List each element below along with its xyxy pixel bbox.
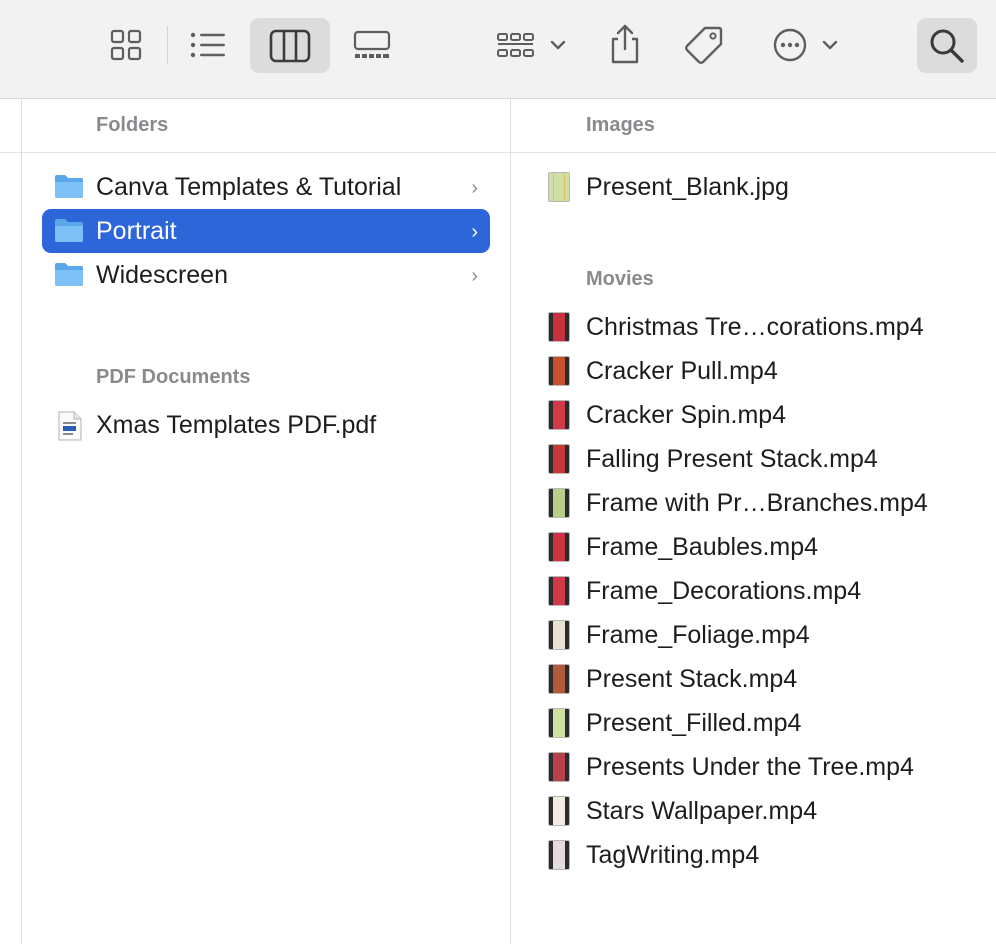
folders-header: Folders xyxy=(96,114,169,136)
movie-file-item[interactable]: Falling Present Stack.mp4 xyxy=(548,437,988,481)
movies-header: Movies xyxy=(586,268,654,290)
header-divider xyxy=(511,152,996,153)
movie-thumbnail-icon xyxy=(548,708,570,738)
movie-thumbnail-icon xyxy=(548,488,570,518)
file-label: Frame_Baubles.mp4 xyxy=(586,532,819,561)
movie-file-item[interactable]: Christmas Tre…corations.mp4 xyxy=(548,305,988,349)
share-icon xyxy=(611,24,639,64)
more-icon xyxy=(773,28,838,62)
file-label: TagWriting.mp4 xyxy=(586,840,760,869)
folder-label: Portrait xyxy=(96,216,177,245)
file-item-present-blank[interactable]: Present_Blank.jpg xyxy=(548,165,988,209)
gallery-view-button[interactable] xyxy=(346,22,398,68)
movie-thumbnail-icon xyxy=(548,312,570,342)
file-label: Presents Under the Tree.mp4 xyxy=(586,752,914,781)
finder-toolbar xyxy=(0,0,996,99)
chevron-down-icon xyxy=(550,40,566,50)
folder-icon xyxy=(55,175,83,198)
folder-item-widescreen[interactable]: Widescreen › xyxy=(42,253,490,297)
column-view-button[interactable] xyxy=(250,18,330,73)
movie-file-item[interactable]: Cracker Pull.mp4 xyxy=(548,349,988,393)
column-view-icon xyxy=(269,29,311,62)
column-divider[interactable] xyxy=(21,98,22,944)
movie-file-item[interactable]: Stars Wallpaper.mp4 xyxy=(548,789,988,833)
folder-icon xyxy=(55,263,83,286)
chevron-down-icon xyxy=(822,40,838,50)
list-view-icon xyxy=(190,32,225,58)
file-label: Present Stack.mp4 xyxy=(586,664,798,693)
file-label: Cracker Spin.mp4 xyxy=(586,400,787,429)
file-label: Frame_Foliage.mp4 xyxy=(586,620,810,649)
movie-file-item[interactable]: Cracker Spin.mp4 xyxy=(548,393,988,437)
chevron-right-icon: › xyxy=(471,265,478,287)
folder-icon xyxy=(55,219,83,242)
folder-item-canva-templates[interactable]: Canva Templates & Tutorial › xyxy=(42,165,490,209)
more-actions-button[interactable] xyxy=(764,22,844,68)
group-icon xyxy=(497,33,566,57)
movie-thumbnail-icon xyxy=(548,576,570,606)
movie-thumbnail-icon xyxy=(548,444,570,474)
chevron-right-icon: › xyxy=(471,221,478,243)
chevron-right-icon: › xyxy=(471,177,478,199)
file-label: Frame_Decorations.mp4 xyxy=(586,576,862,605)
file-label: Present_Filled.mp4 xyxy=(586,708,802,737)
file-label: Stars Wallpaper.mp4 xyxy=(586,796,818,825)
movie-thumbnail-icon xyxy=(548,532,570,562)
group-button[interactable] xyxy=(490,22,570,68)
pdf-documents-header: PDF Documents xyxy=(96,366,251,388)
movie-thumbnail-icon xyxy=(548,620,570,650)
folder-item-portrait[interactable]: Portrait › xyxy=(42,209,490,253)
movie-file-item[interactable]: Frame_Baubles.mp4 xyxy=(548,525,988,569)
movie-file-item[interactable]: Frame with Pr…Branches.mp4 xyxy=(548,481,988,525)
list-view-button[interactable] xyxy=(182,22,234,68)
movie-thumbnail-icon xyxy=(548,796,570,826)
images-header: Images xyxy=(586,114,655,136)
file-item-xmas-templates-pdf[interactable]: Xmas Templates PDF.pdf xyxy=(42,403,490,447)
movie-file-item[interactable]: Frame_Decorations.mp4 xyxy=(548,569,988,613)
file-label: Christmas Tre…corations.mp4 xyxy=(586,312,924,341)
icon-view-icon xyxy=(110,29,142,61)
movie-file-item[interactable]: Present Stack.mp4 xyxy=(548,657,988,701)
folder-label: Canva Templates & Tutorial xyxy=(96,172,402,201)
movie-file-item[interactable]: Presents Under the Tree.mp4 xyxy=(548,745,988,789)
movie-file-item[interactable]: Present_Filled.mp4 xyxy=(548,701,988,745)
file-label: Frame with Pr…Branches.mp4 xyxy=(586,488,928,517)
tag-icon xyxy=(685,26,723,64)
movie-thumbnail-icon xyxy=(548,356,570,386)
tag-button[interactable] xyxy=(678,20,730,70)
header-divider xyxy=(0,152,510,153)
image-thumbnail-icon xyxy=(548,172,570,202)
folder-label: Widescreen xyxy=(96,260,228,289)
file-label: Present_Blank.jpg xyxy=(586,172,789,201)
gallery-view-icon xyxy=(353,30,391,58)
movie-thumbnail-icon xyxy=(548,752,570,782)
search-button[interactable] xyxy=(917,18,977,73)
movie-file-item[interactable]: TagWriting.mp4 xyxy=(548,833,988,877)
file-label: Xmas Templates PDF.pdf xyxy=(96,410,377,439)
movie-thumbnail-icon xyxy=(548,664,570,694)
toolbar-divider xyxy=(167,26,168,64)
movie-file-item[interactable]: Frame_Foliage.mp4 xyxy=(548,613,988,657)
file-label: Falling Present Stack.mp4 xyxy=(586,444,878,473)
share-button[interactable] xyxy=(600,18,650,70)
movie-thumbnail-icon xyxy=(548,840,570,870)
icon-view-button[interactable] xyxy=(100,22,152,68)
movie-thumbnail-icon xyxy=(548,400,570,430)
search-icon xyxy=(930,29,964,63)
pdf-file-icon xyxy=(58,411,82,441)
file-label: Cracker Pull.mp4 xyxy=(586,356,778,385)
column-divider[interactable] xyxy=(510,98,511,944)
